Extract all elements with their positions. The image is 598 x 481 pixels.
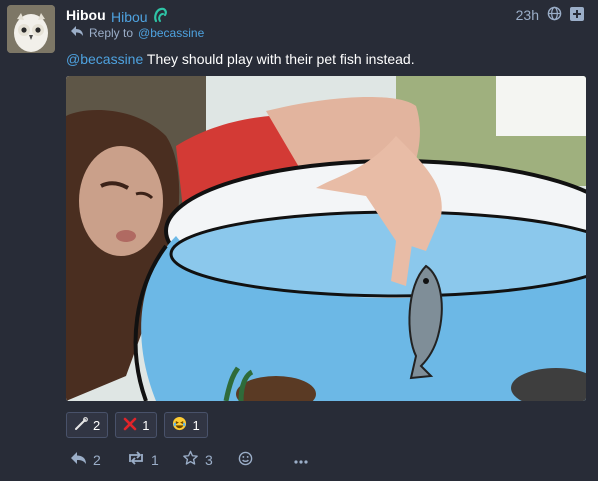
reply-icon [70,451,87,468]
fishbowl-photo [66,76,586,401]
avatar[interactable] [7,5,55,53]
reaction-wrench[interactable]: 2 [66,412,109,438]
username-link[interactable]: Hibou [111,7,168,26]
laughing-emoji-icon [172,416,187,434]
reaction-laughing[interactable]: 1 [164,412,208,438]
wrench-icon [74,416,88,434]
globe-icon [547,6,562,24]
display-name[interactable]: Hibou [66,7,106,23]
bot-badge-icon [152,7,168,26]
reply-arrow-icon [70,25,84,40]
reply-indicator: Reply to @becassine [70,25,204,40]
favourite-button[interactable]: 3 [182,450,238,469]
reaction-red-x[interactable]: 1 [115,412,158,438]
boost-icon [127,451,145,468]
reaction-count: 2 [93,417,101,433]
ellipsis-icon [293,452,309,468]
reply-prefix: Reply to [89,25,134,40]
reply-to-mention[interactable]: @becassine [138,26,204,40]
reaction-count: 1 [142,417,150,433]
red-x-icon [123,417,137,434]
media-image[interactable] [66,76,586,401]
favourite-count: 3 [205,451,213,468]
username[interactable]: Hibou [111,9,148,25]
star-icon [182,450,199,469]
emoji-reaction-button[interactable] [238,451,293,469]
reply-button[interactable]: 2 [70,451,127,468]
boost-count: 1 [151,451,159,468]
more-options-button[interactable] [293,452,309,468]
content-mention[interactable]: @becassine [66,51,143,67]
reactions-bar: 2 1 1 [66,412,208,438]
content-text: They should play with their pet fish ins… [143,51,415,67]
expand-plus-icon[interactable] [570,6,584,24]
boost-button[interactable]: 1 [127,451,182,468]
action-bar: 2 1 3 [70,450,309,469]
reaction-count: 1 [192,417,200,433]
status-content: @becassine They should play with their p… [66,51,415,67]
smiley-icon [238,451,253,469]
reply-count: 2 [93,451,101,468]
status-meta: 23h [516,6,584,24]
timestamp[interactable]: 23h [516,7,539,23]
